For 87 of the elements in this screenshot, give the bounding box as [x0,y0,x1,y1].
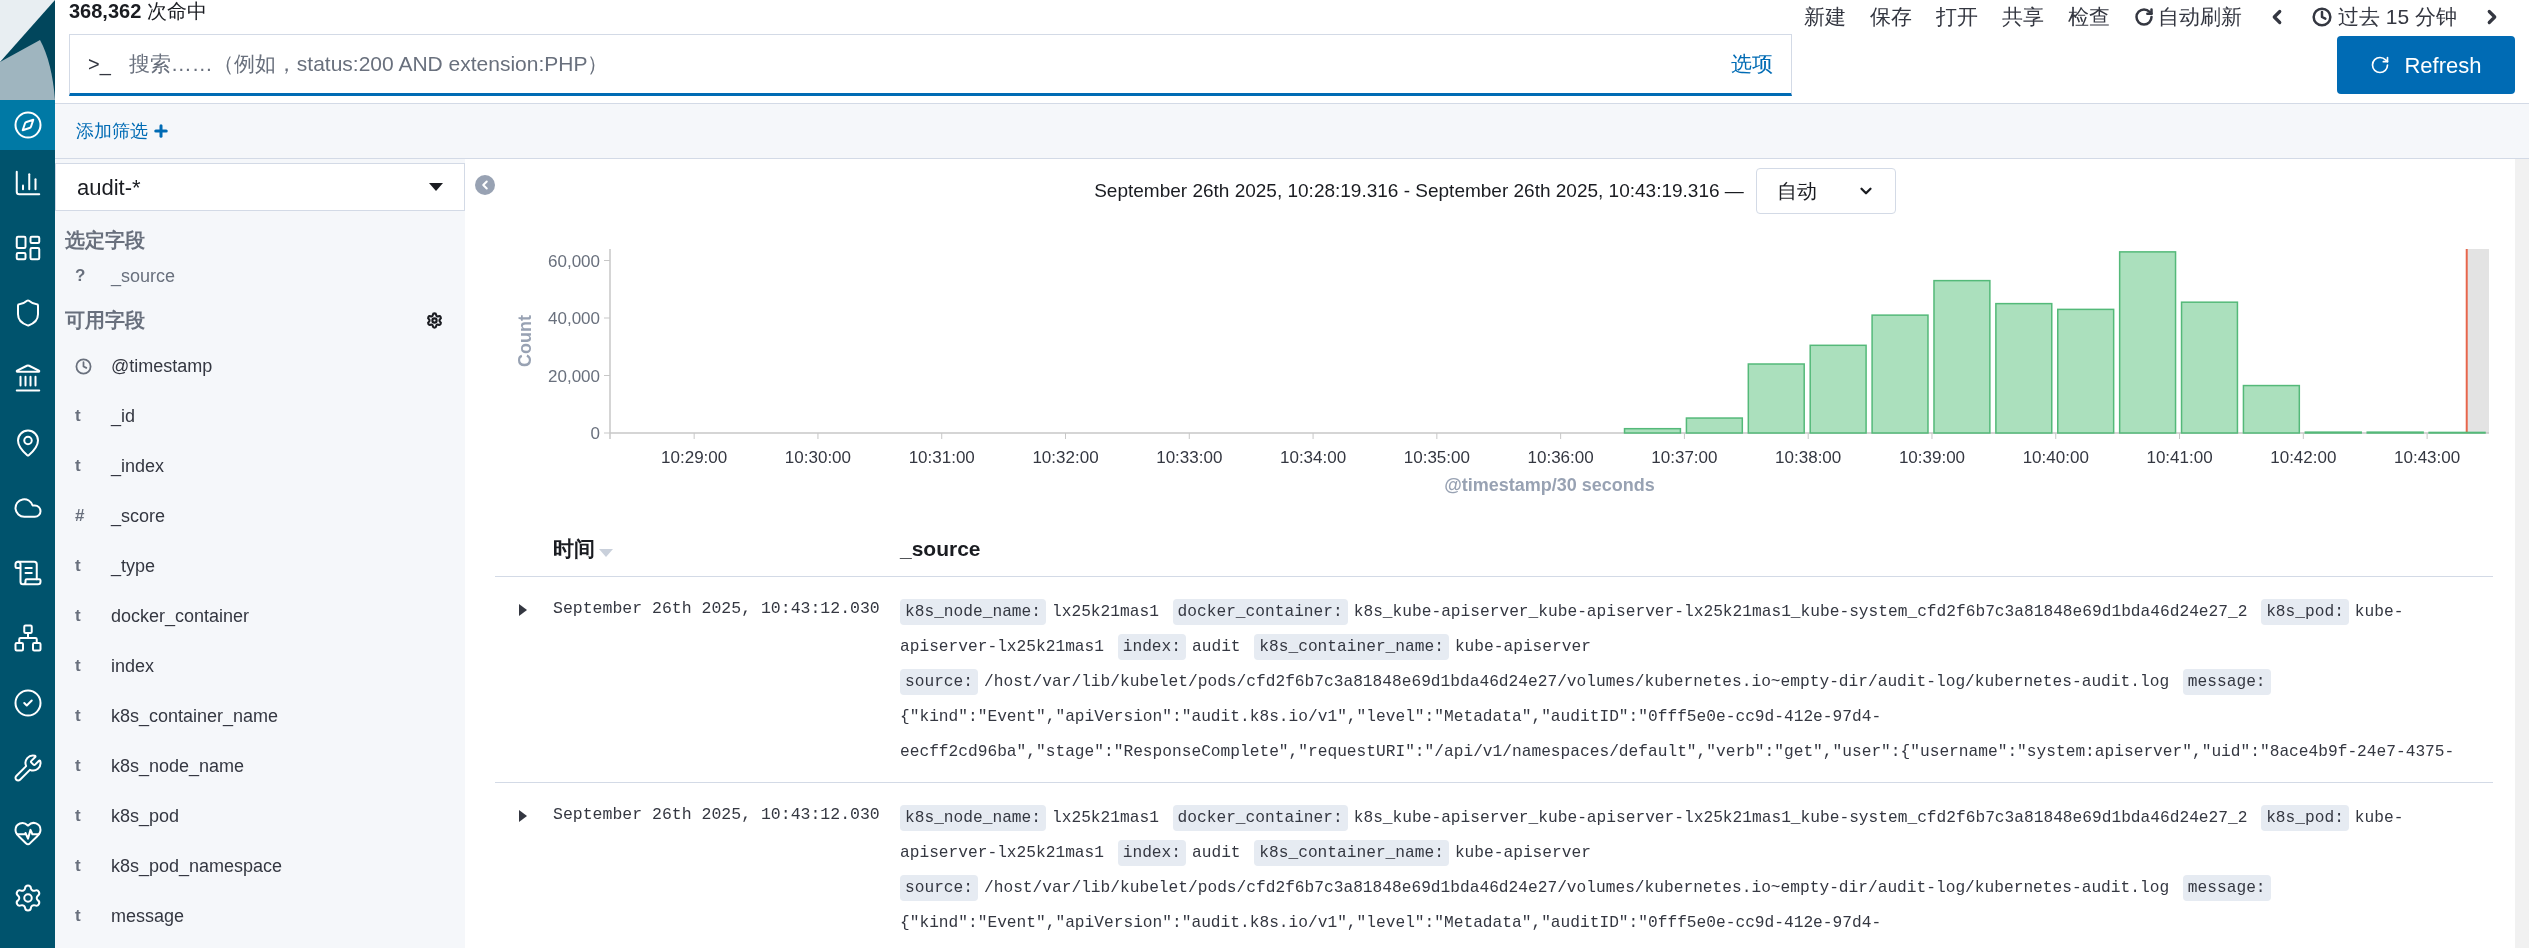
field-type-glyph: ? [75,265,86,288]
hit-count: 368,362 次命中 [69,0,208,24]
network-icon [12,622,43,653]
field-name[interactable]: _source [111,262,176,290]
collapse-button[interactable] [475,175,495,195]
x-tick-label: 10:41:00 [2146,448,2213,467]
time-cell-text: September 26th 2025, 10:43:12.030 [553,598,881,620]
field-name[interactable]: @timestamp [111,352,213,380]
index-pattern-select[interactable]: audit-* [55,163,465,211]
x-tick-label: 10:40:00 [2022,448,2089,467]
x-tick-label: 10:33:00 [1156,448,1223,467]
time-range-text: September 26th 2025, 10:28:19.316 - September 26th 2025, 10:43:19.316 — [1094,178,1744,203]
field-type-glyph: t [75,555,81,578]
x-tick-label: 10:43:00 [2394,448,2461,467]
x-tick-label: 10:38:00 [1775,448,1842,467]
field-name[interactable]: _id [111,402,136,430]
field-name[interactable]: k8s_container_name [111,702,279,730]
clock-icon [75,357,92,375]
nav-item[interactable] [0,100,55,150]
refresh-icon [2370,55,2391,75]
field-name[interactable]: k8s_pod [111,802,180,830]
scrollbar[interactable] [2515,159,2529,948]
plus-icon [152,122,170,140]
field-type-glyph: t [75,805,81,828]
menu-link[interactable]: 打开 [1923,1,1990,33]
menu-link[interactable]: 保存 [1857,1,1924,33]
x-tick-label: 10:37:00 [1651,448,1718,467]
field-name[interactable]: k8s_pod_namespace [111,852,283,880]
settings-icon[interactable] [426,311,443,329]
time-cell-text: September 26th 2025, 10:43:12.030 [553,804,881,826]
x-axis-title: @timestamp/30 seconds [1444,475,1655,495]
section-title: 可用字段 [65,308,145,333]
compass-icon [12,110,43,140]
menu-link[interactable]: 检查 [2055,1,2122,33]
field-name[interactable]: _score [111,502,166,530]
x-tick-label: 10:35:00 [1403,448,1470,467]
y-tick-label: 0 [590,424,600,443]
triangle-right-icon [518,809,528,823]
x-tick-label: 10:34:00 [1280,448,1347,467]
auto-refresh-button[interactable]: 自动刷新 [2121,1,2254,33]
add-filter-link[interactable]: 添加筛选 [76,117,170,145]
field-type-glyph: t [75,705,81,728]
field-name[interactable]: message [111,902,185,930]
field-name[interactable]: k8s_node_name [111,752,245,780]
options-link[interactable]: 选项 [1730,48,1773,80]
section-title: 选定字段 [64,228,146,253]
menu-link[interactable]: 新建 [1791,1,1858,33]
field-type-glyph: t [75,755,81,778]
x-tick-label: 10:30:00 [784,448,852,467]
query-field[interactable]: >_ 搜索……（例如，status:200 AND extension:PHP） 选项 [69,34,1792,96]
y-tick-label: 40,000 [548,309,600,328]
menu-link[interactable]: 共享 [1989,1,2056,33]
y-axis-title: Count [515,315,535,367]
x-tick-label: 10:32:00 [1032,448,1099,467]
caret-down-icon [429,183,443,191]
source-cell: k8s_node_name: lx25k21mas1 docker_container: k8s_kube-apiserver_kube-apiserver-lx25k21mas1_kube-system_cfd2f6b7c3a81848e69d1bda46d24e27_2 k8s_pod: kube-apiserver-lx25k21mas1 index: audit k8s_container_name: kube-apiserver source: /host/var/lib/kubelet/pods/cfd2f6b7c3a81848e69d1bda46d24e27/volumes/kubernetes.io~empty-dir/audit-log/kubernetes-audit.log message: {"kind":"Event","apiVersion":"audit.k8s.io/v1","level":"Metadata","auditID":"0fff5e0e-cc9d-412e-97d4- [900,801,2463,941]
y-tick-label: 20,000 [548,366,600,386]
column-header[interactable]: _source [900,532,981,565]
x-tick-label: 10:39:00 [1898,448,1966,467]
field-name[interactable]: docker_container [111,602,250,630]
field-type-glyph: t [75,605,81,628]
check-circle-icon [12,687,43,718]
logo-icon [0,0,55,100]
field-type-glyph: # [75,505,85,528]
clock-icon [2311,7,2332,27]
refresh-icon [2133,7,2154,27]
field-type-glyph: t [75,905,81,928]
x-tick-label: 10:36:00 [1527,448,1594,467]
x-tick-label: 10:31:00 [908,448,975,467]
field-name[interactable]: _index [111,452,165,480]
source-cell: k8s_node_name: lx25k21mas1 docker_container: k8s_kube-apiserver_kube-apiserver-lx25k21mas1_kube-system_cfd2f6b7c3a81848e69d1bda46d24e27_2 k8s_pod: kube-apiserver-lx25k21mas1 index: audit k8s_container_name: kube-apiserver source: /host/var/lib/kubelet/pods/cfd2f6b7c3a81848e69d1bda46d24e27/volumes/kubernetes.io~empty-dir/audit-log/kubernetes-audit.log message: {"kind":"Event","apiVersion":"audit.k8s.io/v1","level":"Metadata","auditID":"0fff5e0e-cc9d-412e-97d4-eecff2cd96ba","stage":"ResponseComplete","requestURI":"/api/v1/namespaces/default","verb":"get","user":{"username":"system:apiserver","uid":"8ace4b9f-24e7-4375- [900,595,2463,770]
field-type-glyph: t [75,405,81,428]
column-header[interactable]: 时间 [553,532,595,565]
wrench-icon [12,752,43,783]
field-name[interactable]: index [111,652,155,680]
x-tick-label: 10:42:00 [2270,448,2337,467]
prompt-glyph: >_ [88,52,111,78]
field-type-glyph: t [75,655,81,678]
field-type-glyph: t [75,455,81,478]
field-type-glyph: t [75,855,81,878]
y-tick-label: 60,000 [548,251,600,271]
refresh-button[interactable]: Refresh [2337,36,2515,94]
interval-select[interactable]: 自动 [1755,168,1896,214]
x-tick-label: 10:29:00 [661,448,728,467]
triangle-right-icon [518,603,528,617]
time-picker-button[interactable]: 过去 15 分钟 [2299,1,2469,33]
field-name[interactable]: _type [111,552,156,580]
